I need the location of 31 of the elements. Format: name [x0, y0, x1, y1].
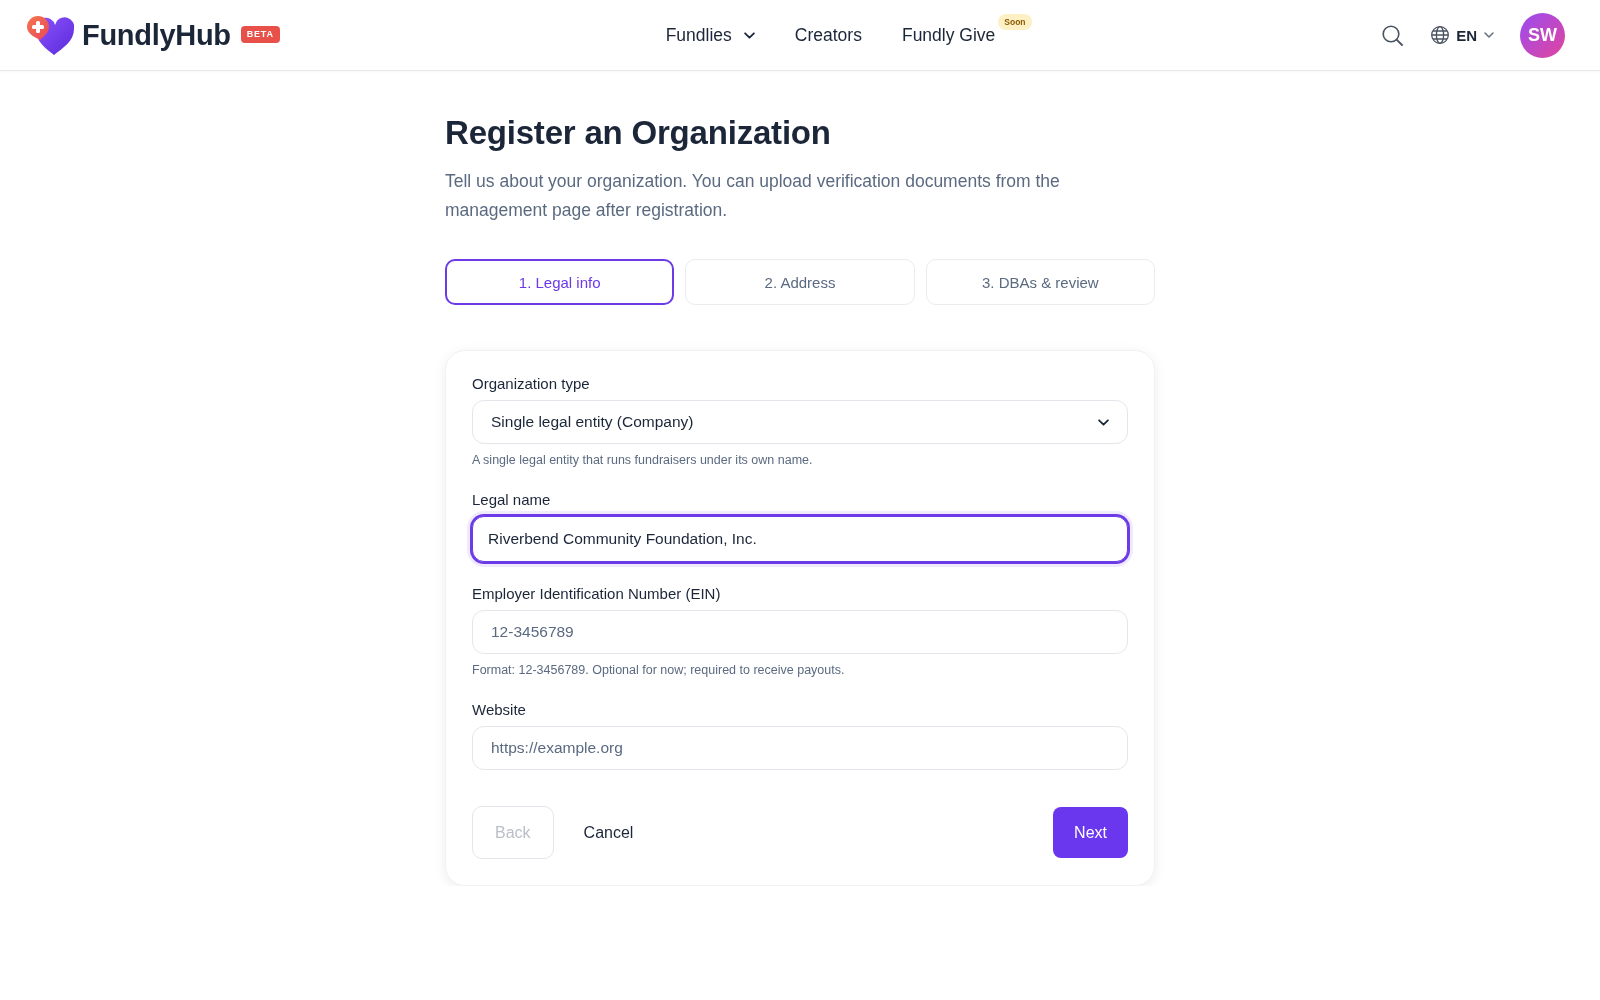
avatar[interactable]: SW: [1520, 12, 1565, 58]
dropdown-field[interactable]: Single legal entity (Company): [472, 400, 1128, 444]
page-description: Tell us about your organization. You can upload verification documents from the management page after registration.: [445, 170, 1061, 222]
step-tab[interactable]: 1. Legal info: [445, 259, 675, 305]
field-label: Website: [472, 700, 527, 720]
globe-icon: [1431, 26, 1450, 44]
field-label: Organization type: [472, 374, 591, 394]
field-label: Legal name: [472, 490, 552, 510]
field-label: Employer Identification Number (EIN): [472, 584, 722, 604]
nav-link[interactable]: Creators: [794, 24, 862, 46]
nav-link[interactable]: Fundly Give: [901, 24, 996, 46]
step-tab[interactable]: 3. DBAs & review: [925, 259, 1155, 305]
text-field[interactable]: 12-3456789: [472, 610, 1128, 654]
brand-name[interactable]: FundlyHub: [82, 18, 231, 52]
step-tab[interactable]: 2. Address: [685, 259, 915, 305]
next-button[interactable]: Next: [1053, 807, 1128, 858]
tag-badge: BETA: [240, 26, 280, 43]
help-text: A single legal entity that runs fundraisers under its own name.: [472, 452, 814, 468]
nav-link[interactable]: Fundlies: [665, 24, 755, 46]
tag-badge: Soon: [998, 13, 1032, 30]
text-field[interactable]: https://example.org: [472, 726, 1128, 770]
text-field[interactable]: Riverbend Community Foundation, Inc.: [472, 516, 1128, 562]
language-selector[interactable]: EN: [1431, 26, 1494, 44]
chevron-down-icon: [743, 31, 755, 39]
chevron-down-icon: [1098, 418, 1109, 426]
search-icon[interactable]: [1382, 24, 1404, 46]
help-text: Format: 12-3456789. Optional for now; required to receive payouts.: [472, 662, 846, 678]
chevron-down-icon: [1484, 32, 1494, 38]
heart-logo-icon[interactable]: [26, 15, 74, 55]
page-title: Register an Organization: [445, 113, 832, 153]
cancel-button[interactable]: Cancel: [553, 806, 664, 859]
